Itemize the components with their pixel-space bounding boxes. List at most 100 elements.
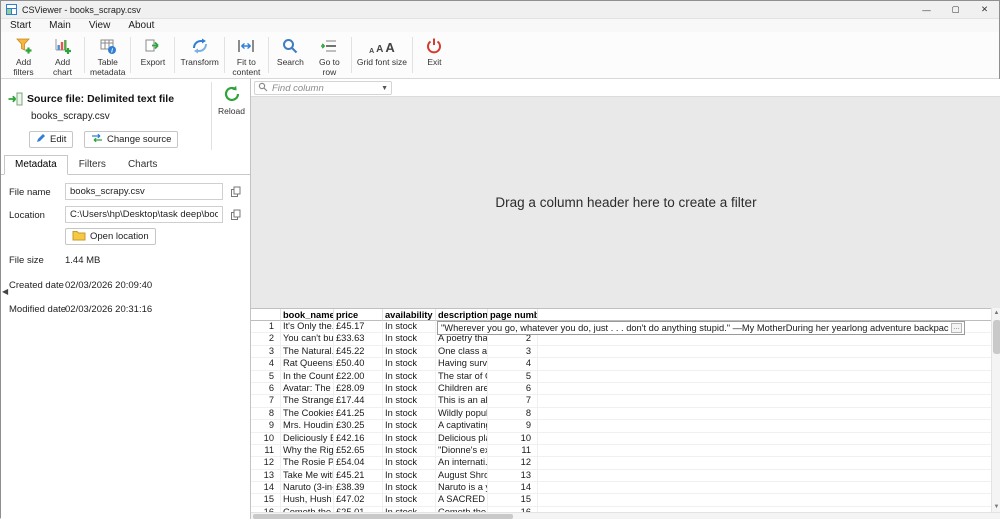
tab-metadata[interactable]: Metadata <box>4 155 68 175</box>
table-row[interactable]: 9Mrs. Houdini£30.25In stockA captivating… <box>251 420 991 433</box>
cell-description[interactable]: An internati... <box>436 457 488 470</box>
cell-book-name[interactable]: Why the Rig... <box>281 444 334 458</box>
cell-price[interactable]: £22.00 <box>334 370 383 383</box>
cell-row-number[interactable]: 9 <box>251 420 281 433</box>
cell-availability[interactable]: In stock <box>383 482 436 495</box>
cell-price[interactable]: £33.63 <box>334 333 383 346</box>
close-button[interactable]: ✕ <box>970 1 999 18</box>
header-book-name[interactable]: book_name <box>281 309 334 321</box>
cell-row-number[interactable]: 6 <box>251 382 281 396</box>
cell-description[interactable]: Children are... <box>436 382 488 396</box>
table-row[interactable]: 10Deliciously El...£42.16In stockDelicio… <box>251 432 991 445</box>
menu-start[interactable]: Start <box>1 20 40 31</box>
table-row[interactable]: 4Rat Queens...£50.40In stockHaving survi… <box>251 358 991 371</box>
cell-description[interactable]: Delicious pla... <box>436 432 488 445</box>
cell-page-number[interactable]: 2 <box>488 333 538 346</box>
cell-description[interactable]: Naruto is a y... <box>436 482 488 495</box>
location-field[interactable] <box>65 206 223 223</box>
cell-book-name[interactable]: Mrs. Houdini <box>281 420 334 433</box>
cell-book-name[interactable]: It's Only the... <box>281 321 334 334</box>
header-page-number[interactable]: page number <box>488 309 538 321</box>
table-row[interactable]: 2You can't bur...£33.63In stockA poetry … <box>251 333 991 346</box>
cell-book-name[interactable]: In the Count... <box>281 370 334 383</box>
transform-button[interactable]: Transform <box>177 32 221 78</box>
cell-page-number[interactable]: 14 <box>488 482 538 495</box>
cell-row-number[interactable]: 2 <box>251 333 281 346</box>
collapse-panel-arrow[interactable]: ◀ <box>2 287 8 296</box>
add-filters-button[interactable]: Add filters <box>4 32 43 78</box>
cell-book-name[interactable]: Naruto (3-in-... <box>281 482 334 495</box>
cell-row-number[interactable]: 13 <box>251 469 281 483</box>
find-column-input[interactable]: Find column <box>272 83 381 94</box>
cell-availability[interactable]: In stock <box>383 432 436 445</box>
cell-description[interactable]: "Dionne's ex... <box>436 444 488 458</box>
grid-font-size-button[interactable]: AAA Grid font size <box>354 32 410 78</box>
cell-page-number[interactable]: 4 <box>488 358 538 371</box>
cell-book-name[interactable]: Deliciously El... <box>281 432 334 445</box>
horizontal-scroll-thumb[interactable] <box>253 514 513 519</box>
cell-description[interactable]: One class as... <box>436 345 488 359</box>
cell-row-number[interactable]: 11 <box>251 444 281 458</box>
vertical-scroll-thumb[interactable] <box>993 320 1000 354</box>
tab-charts[interactable]: Charts <box>117 155 168 175</box>
cell-price[interactable]: £28.09 <box>334 382 383 396</box>
cell-description[interactable]: This is an alt... <box>436 395 488 408</box>
cell-price[interactable]: £45.17 <box>334 321 383 334</box>
export-button[interactable]: Export <box>133 32 172 78</box>
table-row[interactable]: 7 The Stranger £17.44 In stock This is an al… <box>251 395 991 408</box>
header-price[interactable]: price <box>334 309 383 321</box>
cell-row-number[interactable]: 1 <box>251 321 281 334</box>
cell-row-number[interactable]: 7 <box>251 395 281 408</box>
header-availability[interactable]: availability <box>383 309 436 321</box>
copy-file-name-icon[interactable] <box>228 184 243 199</box>
cell-book-name[interactable]: The Rosie Pr... <box>281 457 334 470</box>
cell-availability[interactable]: In stock <box>383 420 436 433</box>
cell-availability[interactable]: In stock <box>383 494 436 507</box>
add-chart-button[interactable]: Add chart <box>43 32 82 78</box>
cell-page-number[interactable]: 10 <box>488 432 538 445</box>
change-source-button[interactable]: Change source <box>84 131 179 148</box>
cell-availability[interactable]: In stock <box>383 457 436 470</box>
cell-row-number[interactable]: 12 <box>251 457 281 470</box>
cell-availability[interactable]: In stock <box>383 469 436 483</box>
chevron-down-icon[interactable]: ▼ <box>381 85 388 92</box>
cell-availability[interactable]: In stock <box>383 370 436 383</box>
header-description[interactable]: description <box>436 309 488 321</box>
cell-price[interactable]: £50.40 <box>334 358 383 371</box>
cell-page-number[interactable]: 11 <box>488 444 538 458</box>
cell-row-number[interactable]: 10 <box>251 432 281 445</box>
cell-overlay[interactable]: "Wherever you go, whatever you do, just … <box>437 321 965 335</box>
cell-price[interactable]: £45.22 <box>334 345 383 359</box>
cell-availability[interactable]: In stock <box>383 395 436 408</box>
cell-availability[interactable]: In stock <box>383 407 436 421</box>
cell-page-number[interactable]: 15 <box>488 494 538 507</box>
expand-cell-button[interactable]: … <box>951 322 962 333</box>
table-row[interactable]: 13Take Me with...£45.21In stockAugust Sh… <box>251 469 991 483</box>
go-to-row-button[interactable]: Go to row <box>310 32 349 78</box>
reload-button[interactable]: Reload <box>213 85 250 116</box>
table-row[interactable]: 5In the Count...£22.00In stockThe star o… <box>251 370 991 383</box>
cell-book-name[interactable]: Hush, Hush (... <box>281 494 334 507</box>
cell-availability[interactable]: In stock <box>383 333 436 346</box>
cell-page-number[interactable]: 9 <box>488 420 538 433</box>
maximize-button[interactable]: ▢ <box>941 1 970 18</box>
minimize-button[interactable]: — <box>912 1 941 18</box>
cell-price[interactable]: £47.02 <box>334 494 383 507</box>
cell-description[interactable]: The star of O... <box>436 370 488 383</box>
cell-description[interactable]: A SACRED O... <box>436 494 488 507</box>
cell-price[interactable]: £42.16 <box>334 432 383 445</box>
fit-to-content-button[interactable]: Fit to content <box>227 32 266 78</box>
search-button[interactable]: Search <box>271 32 310 78</box>
cell-page-number[interactable]: 3 <box>488 345 538 359</box>
find-column-combo[interactable]: Find column ▼ <box>254 81 392 95</box>
cell-row-number[interactable]: 4 <box>251 358 281 371</box>
cell-price[interactable]: £52.65 <box>334 444 383 458</box>
tab-filters[interactable]: Filters <box>68 155 117 175</box>
table-row[interactable]: 15Hush, Hush (...£47.02In stockA SACRED … <box>251 494 991 507</box>
cell-page-number[interactable]: 8 <box>488 407 538 421</box>
cell-row-number[interactable]: 14 <box>251 482 281 495</box>
menu-about[interactable]: About <box>119 20 163 31</box>
cell-row-number[interactable]: 15 <box>251 494 281 507</box>
table-row[interactable]: 14Naruto (3-in-...£38.39In stockNaruto i… <box>251 482 991 495</box>
menu-view[interactable]: View <box>80 20 120 31</box>
